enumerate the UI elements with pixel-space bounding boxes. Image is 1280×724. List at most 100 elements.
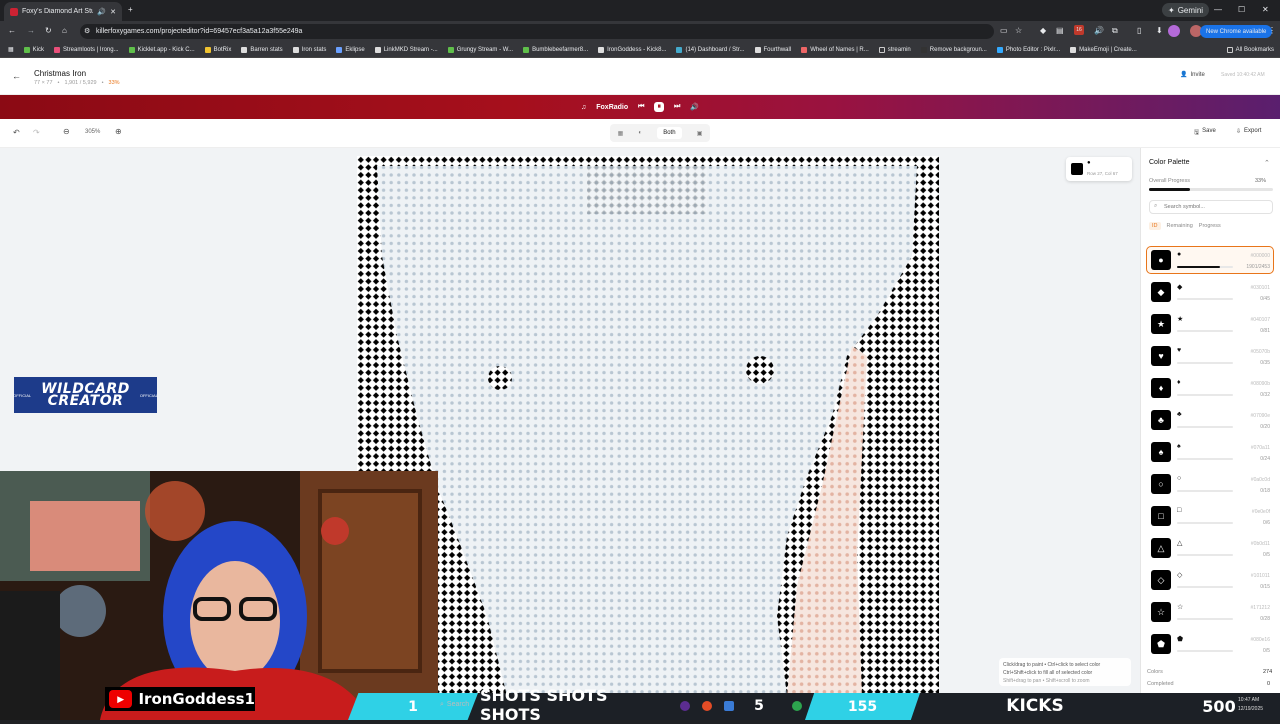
- taskbar-app-icon[interactable]: [680, 701, 690, 711]
- diamond-grid-pattern: [357, 156, 939, 696]
- folder-icon: [878, 46, 885, 53]
- profile-avatar[interactable]: [1168, 25, 1180, 37]
- chrome-update-button[interactable]: New Chrome available: [1200, 25, 1273, 38]
- sort-tab-remaining[interactable]: Remaining: [1167, 222, 1193, 230]
- badge-side-text: OFFICIAL: [13, 392, 32, 398]
- bookmark-item[interactable]: Fourthwall: [754, 46, 791, 53]
- extension-icon[interactable]: ▤: [1056, 26, 1064, 35]
- zoom-in-icon[interactable]: ⊕: [115, 127, 122, 136]
- browser-tab[interactable]: Foxy's Diamond Art Studio 🔊 ✕: [4, 2, 122, 21]
- next-track-icon[interactable]: ⏭: [674, 103, 680, 111]
- bookmark-item[interactable]: Remove backgroun...: [920, 46, 987, 53]
- bookmark-item[interactable]: streamin: [878, 46, 911, 53]
- symbol-search[interactable]: ⌕: [1149, 200, 1273, 214]
- foxradio-bar: ♫ FoxRadio ⏮ ⏸ ⏭ 🔊: [0, 95, 1280, 119]
- sort-tab-progress[interactable]: Progress: [1199, 222, 1221, 230]
- color-view-icon[interactable]: ◐: [638, 130, 642, 136]
- diamond-canvas[interactable]: [357, 156, 939, 696]
- reload-icon[interactable]: ↻: [45, 26, 52, 35]
- palette-progress-bar: [1177, 362, 1233, 364]
- palette-symbol: ○: [1177, 475, 1182, 482]
- palette-swatch: ⬟: [1151, 634, 1171, 654]
- chrome-menu-icon[interactable]: ⋮: [1268, 26, 1276, 35]
- tab-audio-icon[interactable]: 🔊: [97, 8, 106, 16]
- bookmark-item[interactable]: BotRix: [204, 46, 231, 53]
- bookmark-item[interactable]: Barren stats: [241, 46, 283, 53]
- palette-progress-bar: [1177, 522, 1233, 524]
- previous-track-icon[interactable]: ⏮: [638, 103, 644, 111]
- bookmark-favicon-icon: [523, 46, 530, 53]
- bookmark-item[interactable]: MakeEmoji | Create...: [1070, 46, 1137, 53]
- forward-icon[interactable]: →: [27, 26, 35, 35]
- install-app-icon[interactable]: ▭: [1000, 26, 1008, 35]
- extensions-puzzle-icon[interactable]: ⧉: [1112, 26, 1118, 36]
- palette-swatch: ★: [1151, 314, 1171, 334]
- export-button[interactable]: ⇩ Export: [1236, 128, 1261, 135]
- sort-tabs: ID Remaining Progress: [1149, 222, 1221, 230]
- close-window-icon[interactable]: ✕: [1262, 5, 1269, 14]
- redo-icon[interactable]: ↷: [33, 128, 40, 137]
- back-arrow-icon[interactable]: ←: [12, 71, 21, 81]
- gemini-button[interactable]: ✦ Gemini: [1162, 3, 1210, 17]
- bookmark-item[interactable]: Streamloots | Irong...: [54, 46, 119, 53]
- extension-icon[interactable]: ◆: [1040, 26, 1046, 35]
- tab-close-icon[interactable]: ✕: [110, 8, 116, 16]
- media-icon[interactable]: 🔊: [1094, 26, 1104, 35]
- grid-view-icon[interactable]: ▦: [618, 130, 624, 137]
- extension-icon[interactable]: 16: [1074, 25, 1084, 35]
- palette-hex: #000000: [1250, 253, 1270, 259]
- view-mode-both[interactable]: Both: [657, 127, 682, 139]
- rail-counter-5: 5: [754, 698, 764, 714]
- palette-symbol: ♣: [1177, 411, 1182, 418]
- sort-tab-id[interactable]: ID: [1149, 222, 1161, 230]
- bookmark-item[interactable]: Eklipse: [336, 46, 365, 53]
- taskbar-app-icon[interactable]: [792, 701, 802, 711]
- save-button[interactable]: 🖫 Save: [1194, 128, 1216, 138]
- help-line: Ctrl+Shift+click to fill all of selected…: [1003, 670, 1093, 676]
- bookmark-item[interactable]: Kick: [23, 46, 44, 53]
- bookmark-favicon-icon: [676, 46, 683, 53]
- browser-tabstrip: Foxy's Diamond Art Studio 🔊 ✕ + ✦Gemini …: [0, 0, 1280, 21]
- url-text: killerfoxygames.com/projecteditor?id=694…: [96, 28, 303, 35]
- bookmark-star-icon[interactable]: ☆: [1015, 26, 1022, 35]
- invite-button[interactable]: 👤 Invite: [1180, 71, 1205, 79]
- volume-icon[interactable]: 🔊: [690, 103, 699, 111]
- editor-toolbar: ↶ ↷ ⊖ 305% ⊕ ▦ ◐ Both ▣ 🖫 Save ⇩ Export: [0, 119, 1280, 148]
- minimize-icon[interactable]: —: [1214, 5, 1222, 14]
- pause-button[interactable]: ⏸: [654, 102, 664, 112]
- all-bookmarks[interactable]: All Bookmarks: [1226, 46, 1280, 53]
- bookmark-item[interactable]: Grungy Stream - W...: [447, 46, 513, 53]
- palette-swatch: □: [1151, 506, 1171, 526]
- tab-favicon-icon: [10, 7, 18, 16]
- undo-icon[interactable]: ↶: [13, 128, 20, 137]
- bookmark-item[interactable]: Kicklet.app - Kick C...: [128, 46, 195, 53]
- sidepanel-icon[interactable]: ▯: [1137, 26, 1141, 35]
- palette-symbol: ●: [1177, 251, 1182, 258]
- site-info-icon[interactable]: ⚙: [84, 27, 90, 35]
- symbol-view-icon[interactable]: ▣: [697, 130, 703, 137]
- search-input[interactable]: [1164, 202, 1269, 212]
- new-tab-button[interactable]: +: [128, 5, 133, 14]
- view-mode-toggle: ▦ ◐ Both ▣: [610, 124, 710, 142]
- taskbar-search[interactable]: ⌕ Search: [440, 701, 469, 709]
- bookmark-item[interactable]: Iron stats: [292, 46, 326, 53]
- bookmark-item[interactable]: Photo Editor : Pixlr...: [996, 46, 1060, 53]
- zoom-out-icon[interactable]: ⊖: [63, 127, 70, 136]
- bookmark-item[interactable]: LinkMKD Stream -...: [374, 46, 438, 53]
- maximize-icon[interactable]: ☐: [1238, 5, 1245, 14]
- address-bar[interactable]: ⚙ killerfoxygames.com/projecteditor?id=6…: [80, 24, 994, 39]
- bookmark-item[interactable]: IronGoddess - Kick8...: [598, 46, 666, 53]
- home-icon[interactable]: ⌂: [62, 26, 67, 35]
- collapse-chevron-icon[interactable]: ⌃: [1264, 159, 1270, 167]
- bookmark-item[interactable]: Bumblebeefarmer8...: [523, 46, 588, 53]
- apps-icon[interactable]: ▦: [8, 46, 14, 53]
- back-icon[interactable]: ←: [8, 26, 16, 35]
- download-icon[interactable]: ⬇: [1156, 26, 1163, 35]
- bookmark-item[interactable]: (14) Dashboard / Str...: [676, 46, 745, 53]
- youtube-icon: ▶: [109, 690, 133, 708]
- bookmark-item[interactable]: Wheel of Names | R...: [801, 46, 869, 53]
- bookmark-favicon-icon: [1070, 46, 1077, 53]
- taskbar-app-icon[interactable]: [724, 701, 734, 711]
- taskbar-app-icon[interactable]: [702, 701, 712, 711]
- palette-count: 0/20: [1260, 424, 1270, 430]
